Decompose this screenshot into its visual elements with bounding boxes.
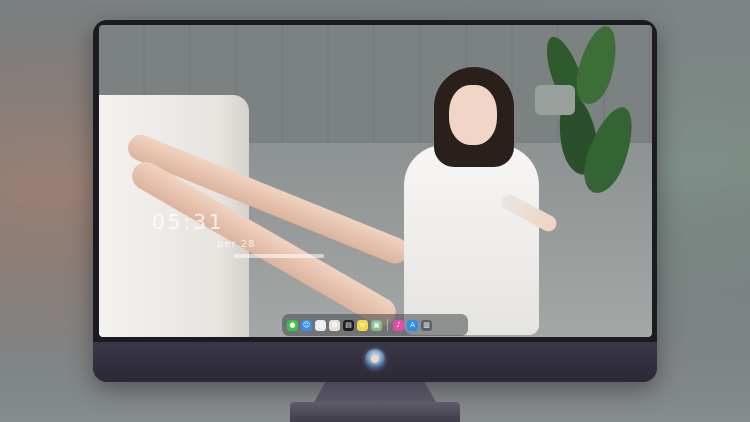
wallpaper-person-shirt: [404, 145, 539, 335]
music-icon[interactable]: ♪: [393, 319, 404, 331]
preview-icon[interactable]: ▣: [371, 319, 382, 331]
monitor-stand-neck: [313, 382, 437, 404]
trash-icon[interactable]: ▥: [421, 319, 432, 331]
brand-logo-icon: [365, 349, 385, 369]
screen-wallpaper: 05:31 per 28 ● ☺ ◎ ✿ ▤ ≡ ▣ ♪ A ▥: [99, 25, 652, 337]
monitor-stand-base: [290, 402, 460, 422]
notes-icon[interactable]: ≡: [357, 319, 368, 331]
clapper-icon[interactable]: ▤: [343, 319, 354, 331]
photos-icon[interactable]: ✿: [329, 319, 340, 331]
wallpaper-person-face: [449, 85, 497, 145]
app-store-icon[interactable]: A: [407, 319, 418, 331]
safari-icon[interactable]: ◎: [315, 319, 326, 331]
finder-icon[interactable]: ☺: [301, 319, 312, 331]
dock: ● ☺ ◎ ✿ ▤ ≡ ▣ ♪ A ▥: [282, 314, 468, 336]
messages-icon[interactable]: ●: [287, 319, 298, 331]
lock-screen-date: per 28: [217, 239, 256, 250]
lock-screen-subtext: [234, 254, 324, 258]
wallpaper-plant: [530, 25, 643, 215]
lock-screen-time: 05:31: [152, 210, 225, 234]
dock-separator: [387, 319, 388, 331]
